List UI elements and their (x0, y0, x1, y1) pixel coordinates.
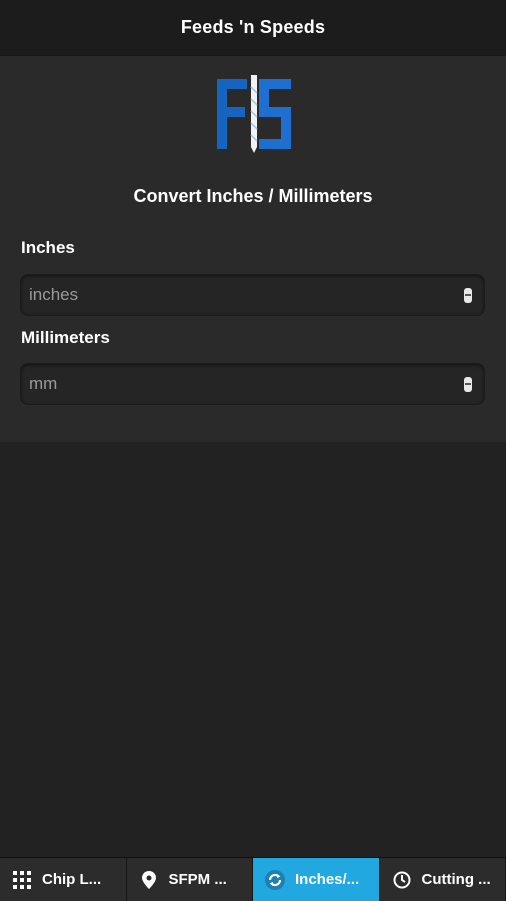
pin-icon (139, 870, 159, 890)
app-header: Feeds 'n Speeds (0, 0, 506, 56)
clock-icon (392, 870, 412, 890)
sync-icon (265, 870, 285, 890)
millimeters-label: Millimeters (21, 328, 110, 348)
tab-label: Cutting ... (422, 871, 491, 888)
inches-label: Inches (21, 238, 75, 258)
millimeters-input[interactable] (29, 364, 449, 404)
tab-chip-load[interactable]: Chip L... (0, 858, 127, 901)
tab-label: Inches/... (295, 871, 359, 888)
converter-title: Convert Inches / Millimeters (0, 186, 506, 207)
fs-logo-icon (213, 73, 295, 155)
tab-inches-mm[interactable]: Inches/... (253, 858, 380, 901)
tab-cutting[interactable]: Cutting ... (380, 858, 506, 901)
tab-sfpm[interactable]: SFPM ... (127, 858, 254, 901)
inches-input[interactable] (29, 275, 449, 315)
grid-icon (12, 870, 32, 890)
tab-bar: Chip L... SFPM ... Inches/... (0, 857, 506, 901)
millimeters-spinner-icon[interactable] (464, 377, 472, 392)
inches-spinner-icon[interactable] (464, 288, 472, 303)
inches-field[interactable] (20, 274, 485, 316)
tab-label: SFPM ... (169, 871, 227, 888)
tab-label: Chip L... (42, 871, 101, 888)
page-title: Feeds 'n Speeds (181, 17, 325, 38)
millimeters-field[interactable] (20, 363, 485, 405)
